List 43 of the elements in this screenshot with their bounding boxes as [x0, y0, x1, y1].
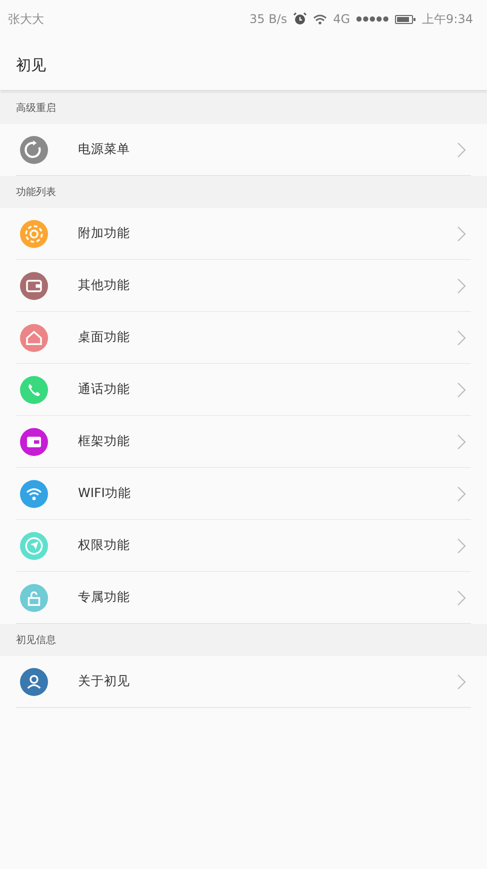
menu-item[interactable]: 关于初见: [16, 656, 471, 708]
menu-label: 框架功能: [78, 433, 131, 450]
section-header: 初见信息: [16, 634, 56, 647]
menu-label: 电源菜单: [78, 141, 131, 158]
wifi-icon: [313, 14, 328, 24]
menu-label: WIFI功能: [78, 485, 132, 502]
card-icon: [20, 428, 48, 456]
chevron-icon: [457, 590, 466, 606]
network-type: 4G: [333, 12, 350, 26]
section-header: 功能列表: [16, 186, 56, 199]
chevron-icon: [457, 226, 466, 242]
wallet-icon: [20, 272, 48, 300]
menu-label: 权限功能: [78, 537, 131, 554]
battery-icon: [395, 14, 416, 24]
menu-label: 附加功能: [78, 225, 131, 242]
alarm-icon: [293, 12, 308, 26]
phone-icon: [20, 376, 48, 404]
chevron-icon: [457, 278, 466, 294]
wifi-icon: [20, 480, 48, 508]
clock-time: 上午9:34: [422, 10, 473, 28]
network-speed: 35 B/s: [249, 12, 288, 26]
compass-icon: [20, 532, 48, 560]
menu-label: 专属功能: [78, 589, 131, 606]
menu-label: 桌面功能: [78, 329, 131, 346]
chevron-icon: [457, 330, 466, 346]
home-icon: [20, 324, 48, 352]
menu-label: 关于初见: [78, 673, 131, 690]
chevron-icon: [457, 538, 466, 554]
person-icon: [20, 668, 48, 696]
menu-label: 其他功能: [78, 277, 131, 294]
signal-icon: [356, 16, 390, 22]
chevron-icon: [457, 434, 466, 450]
gear-icon: [20, 220, 48, 248]
app-title: 初见: [16, 56, 46, 75]
chevron-icon: [457, 486, 466, 502]
menu-label: 通话功能: [78, 381, 131, 398]
refresh-icon: [20, 136, 48, 164]
chevron-icon: [457, 382, 466, 398]
section-header: 高级重启: [16, 102, 56, 115]
chevron-icon: [457, 674, 466, 690]
carrier-name: 张大大: [8, 10, 44, 28]
unlock-icon: [20, 584, 48, 612]
chevron-icon: [457, 142, 466, 158]
